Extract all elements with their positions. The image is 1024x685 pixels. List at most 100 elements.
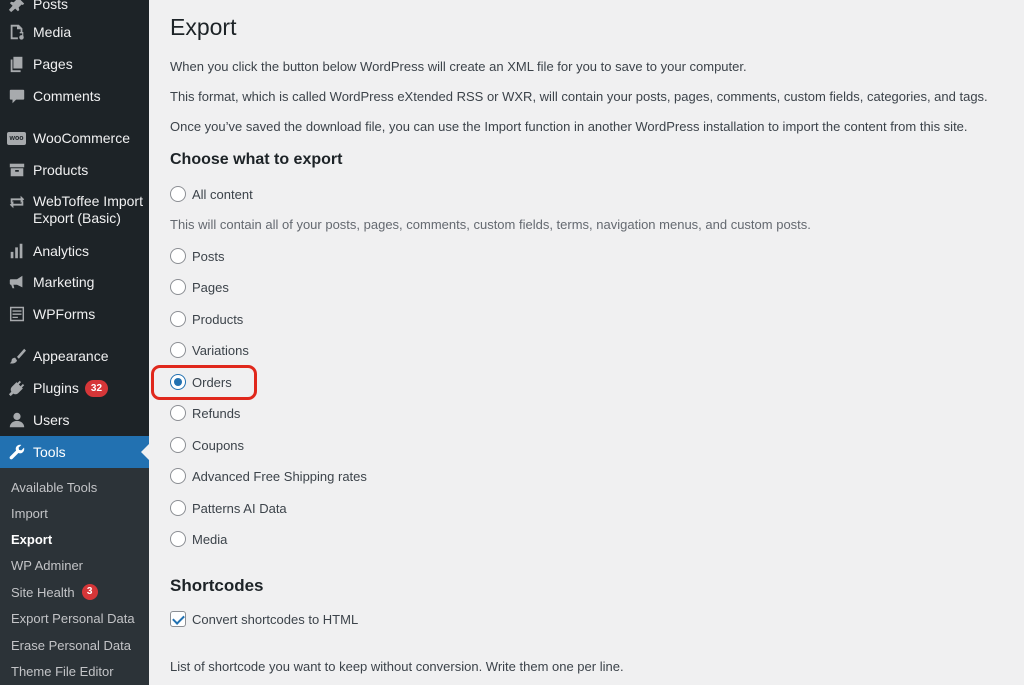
sidebar-item-label: WPForms (33, 305, 96, 322)
radio-button[interactable] (170, 468, 186, 484)
radio-label: Orders (192, 374, 232, 390)
sidebar-item-plugins[interactable]: Plugins 32 (0, 372, 149, 404)
media-icon (0, 23, 33, 41)
radio-label: Advanced Free Shipping rates (192, 468, 367, 484)
radio-button[interactable] (170, 311, 186, 327)
sidebar-item-label: Marketing (33, 273, 95, 290)
sidebar-item-label: Posts (33, 0, 69, 12)
plugins-update-badge: 32 (84, 379, 109, 397)
checkbox-label: Convert shortcodes to HTML (192, 611, 359, 627)
radio-advanced-free-shipping-rates[interactable]: Advanced Free Shipping rates (170, 467, 367, 485)
submenu-item-import[interactable]: Import (11, 504, 48, 522)
radio-label: Posts (192, 248, 225, 264)
radio-button[interactable] (170, 405, 186, 421)
sidebar-item-label-line2: Export (Basic) (33, 210, 121, 226)
radio-label: Products (192, 311, 244, 327)
submenu-label: Export (11, 531, 53, 547)
submenu-label: Theme File Editor (11, 663, 114, 679)
radio-button[interactable] (170, 500, 186, 516)
submenu-item-wp-adminer[interactable]: WP Adminer (11, 556, 83, 574)
users-icon (0, 411, 33, 429)
forms-icon (0, 305, 33, 323)
radio-button-selected[interactable] (170, 374, 186, 390)
intro-paragraph-2: This format, which is called WordPress e… (170, 89, 988, 104)
radio-label: Pages (192, 279, 229, 295)
pages-icon (0, 55, 33, 73)
radio-variations[interactable]: Variations (170, 341, 249, 359)
submenu-label: Erase Personal Data (11, 637, 131, 653)
shortcodes-heading: Shortcodes (170, 576, 264, 595)
radio-label: Patterns AI Data (192, 500, 287, 516)
sidebar-item-marketing[interactable]: Marketing (0, 266, 149, 298)
page-title: Export (170, 14, 237, 40)
products-icon (0, 161, 33, 179)
sidebar-item-users[interactable]: Users (0, 404, 149, 436)
sidebar-item-label: Media (33, 23, 72, 40)
submenu-item-export-personal-data[interactable]: Export Personal Data (11, 609, 135, 627)
radio-pages[interactable]: Pages (170, 278, 229, 296)
sidebar-item-comments[interactable]: Comments (0, 80, 149, 112)
intro-paragraph-1: When you click the button below WordPres… (170, 59, 747, 74)
radio-orders[interactable]: Orders (170, 373, 232, 391)
submenu-label: Export Personal Data (11, 610, 135, 626)
sidebar-item-wpforms[interactable]: WPForms (0, 298, 149, 330)
pin-icon (0, 0, 33, 13)
woocommerce-icon: woo (0, 131, 33, 145)
sidebar-item-label-line1: WebToffee Import (33, 193, 143, 209)
radio-label: Variations (192, 342, 249, 358)
admin-sidebar: Posts Media Pages Comments woo WooCommer… (0, 0, 149, 685)
plugins-icon (0, 379, 33, 397)
radio-all-content[interactable]: All content (170, 185, 253, 203)
all-content-description: This will contain all of your posts, pag… (170, 217, 811, 232)
sidebar-item-woocommerce[interactable]: woo WooCommerce (0, 122, 149, 154)
sidebar-item-pages[interactable]: Pages (0, 48, 149, 80)
radio-products[interactable]: Products (170, 310, 243, 328)
submenu-item-theme-file-editor[interactable]: Theme File Editor (11, 662, 114, 680)
radio-button[interactable] (170, 248, 186, 264)
radio-label: Coupons (192, 437, 245, 453)
sidebar-item-webtoffee-import-export[interactable]: WebToffee Import Export (Basic) (0, 193, 149, 229)
submenu-item-export[interactable]: Export (11, 530, 52, 548)
sidebar-item-media[interactable]: Media (0, 16, 149, 48)
sidebar-item-tools[interactable]: Tools (0, 436, 149, 468)
tools-submenu: Available Tools Import Export WP Adminer… (0, 468, 149, 685)
radio-patterns-ai-data[interactable]: Patterns AI Data (170, 499, 287, 517)
sidebar-item-label: WooCommerce (33, 129, 130, 146)
submenu-item-erase-personal-data[interactable]: Erase Personal Data (11, 636, 131, 654)
woocommerce-logo: woo (7, 131, 26, 145)
radio-media[interactable]: Media (170, 530, 227, 548)
wrench-icon (0, 443, 33, 461)
shortcode-exclusion-note: List of shortcode you want to keep witho… (170, 659, 624, 674)
import-export-icon (0, 193, 33, 211)
radio-label: Refunds (192, 405, 241, 421)
radio-refunds[interactable]: Refunds (170, 404, 240, 422)
radio-button[interactable] (170, 186, 186, 202)
radio-button[interactable] (170, 342, 186, 358)
site-health-badge: 3 (81, 584, 98, 600)
radio-button[interactable] (170, 437, 186, 453)
sidebar-item-products[interactable]: Products (0, 154, 149, 186)
radio-label: Media (192, 531, 228, 547)
submenu-label: Site Health (11, 584, 75, 600)
choose-export-heading: Choose what to export (170, 151, 343, 168)
comments-icon (0, 87, 33, 105)
paintbrush-icon (0, 347, 33, 365)
submenu-label: Import (11, 505, 48, 521)
radio-coupons[interactable]: Coupons (170, 436, 244, 454)
sidebar-item-analytics[interactable]: Analytics (0, 235, 149, 267)
convert-shortcodes-checkbox[interactable] (170, 611, 186, 627)
sidebar-item-label: Analytics (33, 242, 90, 259)
sidebar-item-label: Tools (33, 443, 66, 460)
radio-button[interactable] (170, 531, 186, 547)
export-page: Export When you click the button below W… (149, 0, 1024, 685)
sidebar-item-appearance[interactable]: Appearance (0, 340, 149, 372)
submenu-item-available-tools[interactable]: Available Tools (11, 478, 97, 496)
radio-button[interactable] (170, 279, 186, 295)
radio-posts[interactable]: Posts (170, 247, 225, 265)
submenu-label: Available Tools (11, 479, 98, 495)
sidebar-item-label: Products (33, 161, 89, 178)
radio-label: All content (192, 186, 253, 202)
convert-shortcodes-checkbox-row[interactable]: Convert shortcodes to HTML (170, 610, 358, 628)
submenu-item-site-health[interactable]: Site Health 3 (11, 583, 98, 601)
sidebar-item-label: Appearance (33, 347, 109, 364)
